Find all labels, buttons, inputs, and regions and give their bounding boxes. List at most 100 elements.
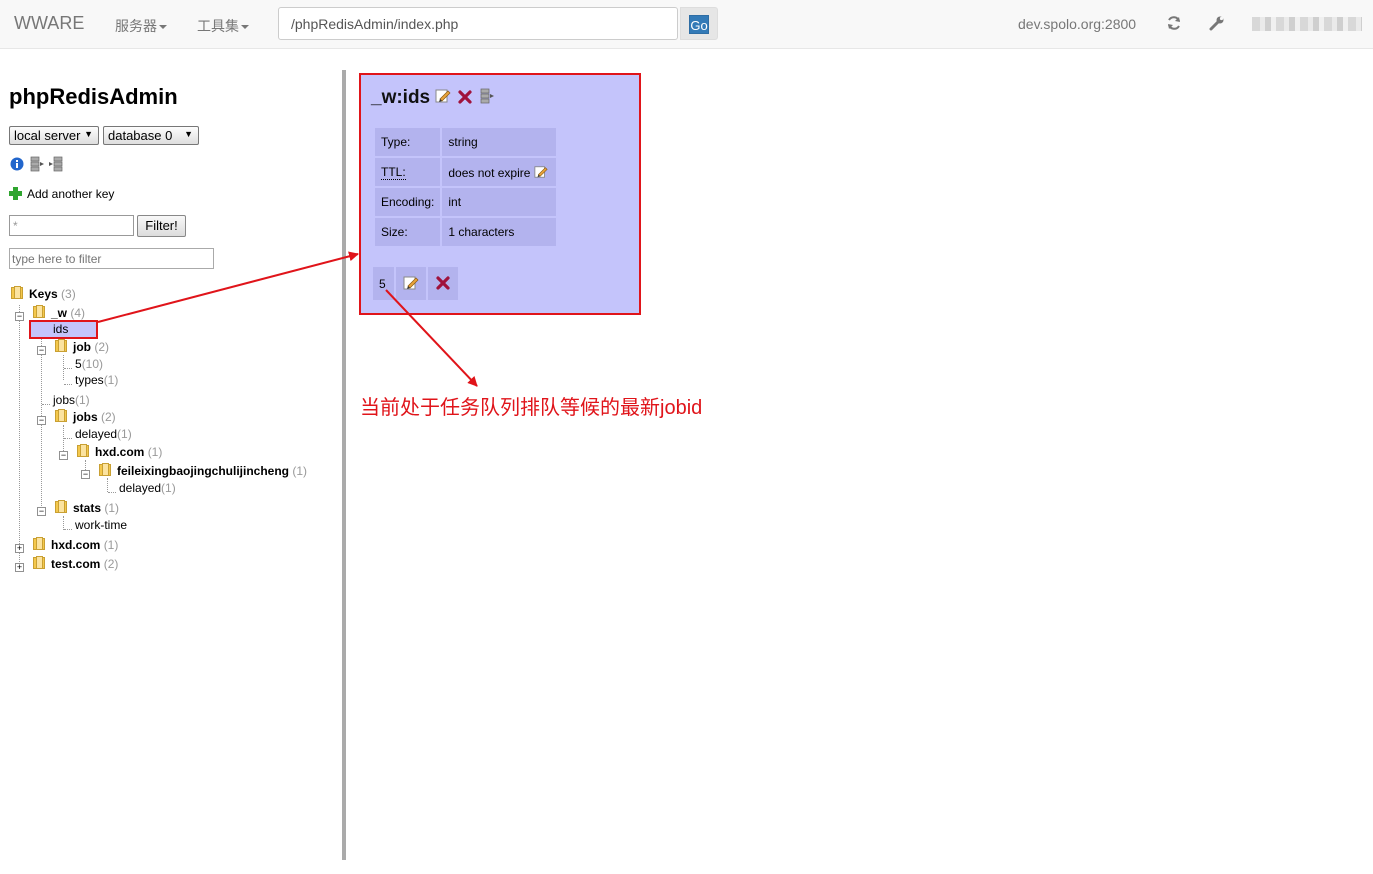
import-icon[interactable] [49,156,63,172]
collapse-toggle[interactable]: − [15,312,24,321]
database-select[interactable]: database 0 ▼ [103,126,199,145]
tree-count: (2) [94,340,110,354]
brand-logo[interactable]: WWARE [14,13,84,34]
tree-label: 5 [75,357,82,371]
info-row-encoding: Encoding: int [375,188,557,216]
tree-leaf-types[interactable]: types(1) [75,373,118,387]
plus-icon [9,187,22,200]
go-button-wrapper: Go [680,7,718,40]
tree-line [107,478,108,492]
key-title: _w:ids [371,87,431,108]
annotation-highlight-box [29,320,98,339]
refresh-icon[interactable] [1166,15,1182,31]
tree-label: delayed [119,481,162,495]
delete-icon[interactable] [457,89,473,105]
edit-icon[interactable] [435,88,451,104]
tree-node-hxd[interactable]: hxd.com (1) [51,538,118,552]
tree-label: hxd.com [51,538,101,552]
annotation-arrows [97,251,478,387]
tree-line [64,529,72,530]
info-label-ttl: TTL: [375,158,441,186]
tree-leaf-delayed-2[interactable]: delayed(1) [119,481,176,495]
tree-node-feilei[interactable]: feileixingbaojingchulijincheng (1) [117,464,307,478]
tree-label: work-time [75,518,128,532]
tree-line [64,368,72,369]
tree-leaf-jobs[interactable]: jobs(1) [53,393,90,407]
tree-line [63,516,64,530]
top-navbar: WWARE 服务器 工具集 Go dev.spolo.org:2800 [0,0,1373,49]
wrench-icon[interactable] [1209,15,1225,31]
tree-line [42,404,50,405]
add-key-label: Add another key [27,187,115,201]
edit-ttl-icon[interactable] [534,165,548,179]
delete-value-button[interactable] [428,267,458,300]
tree-root-keys[interactable]: Keys (3) [29,287,76,301]
info-value: int [442,188,557,216]
add-key-link[interactable]: Add another key [9,187,114,201]
info-row-ttl: TTL: does not expire [375,158,557,186]
resize-divider[interactable] [342,70,346,860]
app-title: phpRedisAdmin [9,84,178,109]
tree-node-test[interactable]: test.com (2) [51,557,118,571]
collapse-toggle[interactable]: − [81,470,90,479]
tree-leaf-work-time[interactable]: work-time [75,518,127,532]
expand-toggle[interactable]: + [15,563,24,572]
tree-node-jobs[interactable]: jobs (2) [73,410,116,424]
tree-count: (1) [75,393,90,407]
tree-leaf-delayed[interactable]: delayed(1) [75,427,132,441]
collapse-toggle[interactable]: − [59,451,68,460]
collapse-toggle[interactable]: − [37,507,46,516]
tree-node-stats[interactable]: stats (1) [73,501,119,515]
info-row-type: Type: string [375,128,557,156]
tree-node-w[interactable]: _w (4) [51,306,85,320]
dropdown-arrow-icon: ▼ [184,129,193,139]
edit-value-button[interactable] [396,267,426,300]
key-value: 5 [373,267,394,300]
collapse-toggle[interactable]: − [37,416,46,425]
url-input[interactable] [278,7,678,40]
tree-count: (1) [103,373,119,387]
tree-line [64,438,72,439]
tree-leaf-job-5[interactable]: 5(10) [75,357,103,371]
tree-node-job[interactable]: job (2) [73,340,109,354]
edit-icon [403,276,419,290]
info-icon[interactable] [10,156,24,172]
tree-count: (1) [117,427,132,441]
export-key-icon[interactable] [479,88,495,104]
folder-icon [55,409,67,423]
info-label: Encoding: [375,188,441,216]
caret-down-icon [159,25,167,30]
export-icon[interactable] [30,156,44,172]
tree-count: (1) [104,501,120,515]
go-button[interactable]: Go [689,15,709,34]
user-menu-blurred[interactable] [1252,17,1362,31]
tree-label: Keys [29,287,58,301]
collapse-toggle[interactable]: − [37,346,46,355]
tree-node-hxd-sub[interactable]: hxd.com (1) [95,445,162,459]
menu-servers[interactable]: 服务器 [115,16,167,36]
tree-count: (2) [103,557,119,571]
expand-toggle[interactable]: + [15,544,24,553]
tree-label: jobs [53,393,76,407]
filter-button[interactable]: Filter! [137,215,186,237]
server-select[interactable]: local server ▼ [9,126,99,145]
tree-line [19,305,20,568]
tree-label: job [73,340,91,354]
tree-label: jobs [73,410,98,424]
tree-label: feileixingbaojingchulijincheng [117,464,290,478]
annotation-text: 当前处于任务队列排队等候的最新jobid [360,397,703,419]
dropdown-arrow-icon: ▼ [84,129,93,139]
tree-label: types [75,373,104,387]
info-label: Size: [375,218,441,246]
database-select-value: database 0 [108,128,173,143]
info-value: 1 characters [442,218,557,246]
menu-tools[interactable]: 工具集 [197,16,249,36]
key-detail-panel: _w:ids Type: string TTL: does not expire [359,73,641,315]
folder-icon [33,537,45,551]
tree-label: _w [51,306,68,320]
pattern-input[interactable] [9,215,134,236]
folder-icon [11,286,23,300]
tree-count: (2) [101,410,116,424]
tree-filter-input[interactable] [9,248,214,269]
folder-icon [33,556,45,570]
